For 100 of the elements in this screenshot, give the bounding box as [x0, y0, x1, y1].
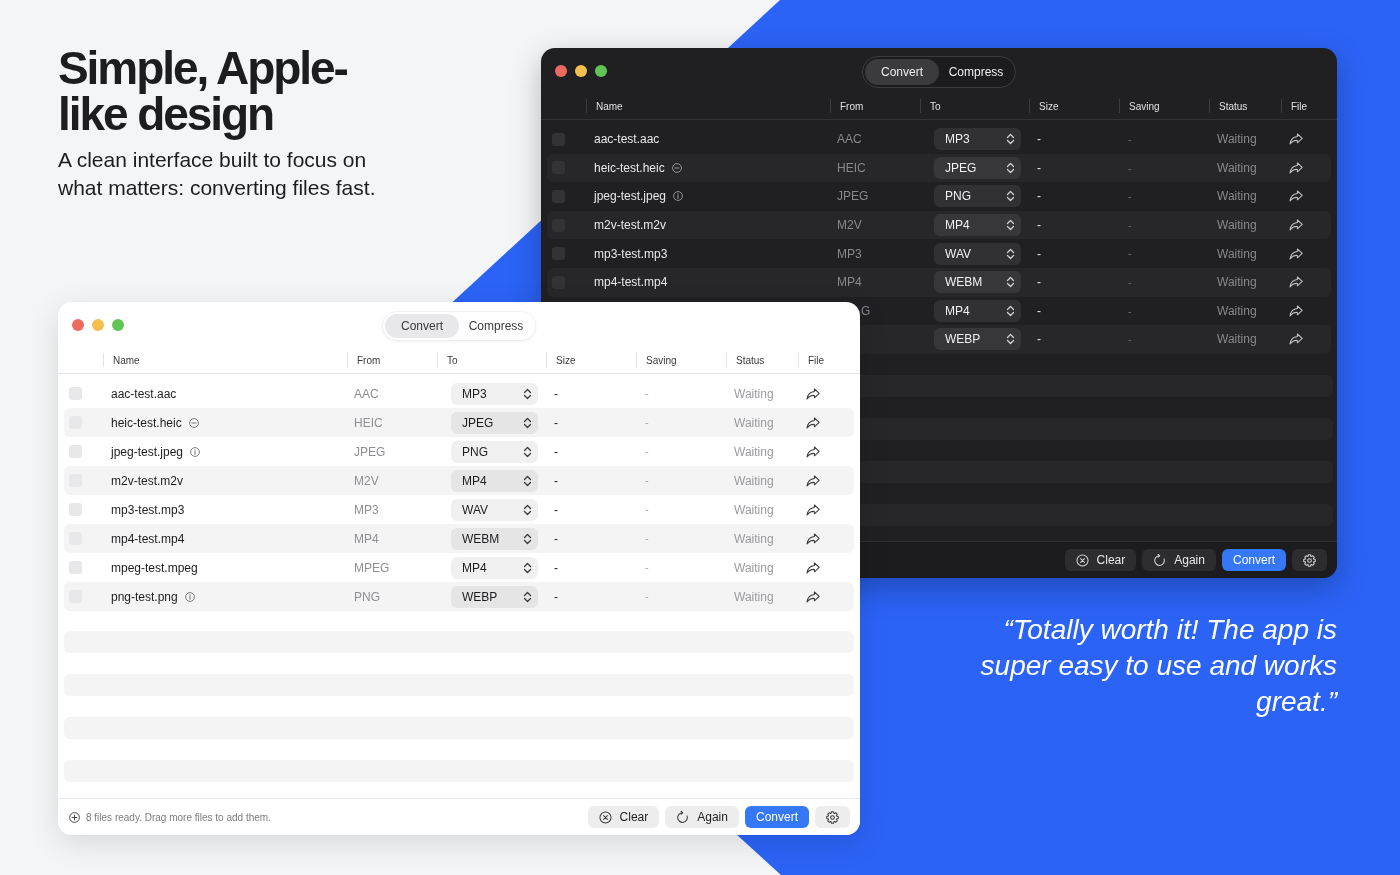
table-row[interactable]: mp4-test.mp4 MP4 WEBM - - Waiting [547, 267, 1331, 297]
convert-button[interactable]: Convert [744, 806, 809, 828]
source-format: AAC [837, 131, 862, 149]
again-button[interactable]: Again [1142, 549, 1216, 571]
size-value: - [554, 472, 558, 490]
table-row[interactable]: m2v-test.m2v M2V MP4 - - Waiting [64, 466, 854, 495]
size-value: - [1037, 159, 1041, 177]
format-select[interactable]: PNG [451, 440, 538, 463]
source-format: MPEG [354, 559, 390, 577]
table-row[interactable]: mp4-test.mp4 MP4 WEBM - - Waiting [64, 524, 854, 553]
clear-button[interactable]: Clear [1064, 549, 1137, 571]
forward-arrow-icon[interactable] [806, 416, 820, 429]
updown-chevron-icon [523, 474, 532, 487]
forward-arrow-icon[interactable] [806, 532, 820, 545]
forward-arrow-icon[interactable] [806, 387, 820, 400]
column-header[interactable]: Size [1039, 98, 1059, 114]
column-header[interactable]: Size [556, 352, 576, 368]
column-header[interactable]: From [840, 98, 864, 114]
forward-arrow-icon[interactable] [806, 590, 820, 603]
column-header[interactable]: Status [736, 352, 765, 368]
format-select[interactable]: MP4 [451, 469, 538, 492]
circular-arrow-icon [1153, 553, 1167, 567]
settings-button[interactable] [1292, 549, 1327, 571]
forward-arrow-icon[interactable] [806, 474, 820, 487]
forward-arrow-icon[interactable] [806, 561, 820, 574]
format-select[interactable]: MP3 [934, 128, 1021, 151]
format-select[interactable]: JPEG [934, 156, 1021, 179]
format-select[interactable]: WEBP [934, 328, 1021, 351]
format-select[interactable]: MP4 [451, 556, 538, 579]
window-close-icon[interactable] [555, 64, 567, 77]
file-name: png-test.png [111, 588, 178, 606]
format-select[interactable]: WEBP [451, 585, 538, 608]
window-zoom-icon[interactable] [595, 64, 607, 77]
size-value: - [554, 385, 558, 403]
file-name: mp4-test.mp4 [111, 530, 185, 548]
testimonial-quote: “Totally worth it! The app is super easy to use and works great.” [979, 613, 1337, 719]
format-select[interactable]: JPEG [451, 411, 538, 434]
saving-value: - [1128, 160, 1132, 176]
status-text: Waiting [734, 385, 774, 403]
status-text: Waiting [734, 530, 774, 548]
column-header[interactable]: Name [113, 352, 140, 368]
tab[interactable]: Compress [459, 313, 533, 338]
column-header[interactable]: Name [596, 98, 623, 114]
updown-chevron-icon [523, 387, 532, 400]
column-header[interactable]: Saving [646, 352, 677, 368]
column-header[interactable]: Saving [1129, 98, 1160, 114]
table-row[interactable]: png-test.png PNG WEBP - - Waiting [64, 582, 854, 611]
tab[interactable]: Compress [939, 58, 1013, 85]
file-name: m2v-test.m2v [594, 217, 666, 235]
size-value: - [554, 559, 558, 577]
source-format: HEIC [837, 159, 866, 177]
table-row[interactable]: heic-test.heic HEIC JPEG - - Waiting [547, 153, 1331, 183]
updown-chevron-icon [1006, 276, 1015, 289]
saving-value: - [645, 415, 649, 431]
forward-arrow-icon[interactable] [806, 503, 820, 516]
format-select[interactable]: WEBM [934, 271, 1021, 294]
plus-circle-icon[interactable] [69, 811, 80, 823]
table-row[interactable]: WEBP - - Waiting [860, 325, 1331, 354]
column-header[interactable]: To [930, 98, 941, 114]
status-text: Waiting [734, 414, 774, 432]
updown-chevron-icon [1006, 247, 1015, 260]
format-select[interactable]: MP4 [934, 214, 1021, 237]
column-header[interactable]: File [808, 352, 825, 368]
table-row[interactable]: m2v-test.m2v M2V MP4 - - Waiting [547, 210, 1331, 240]
column-header[interactable]: From [357, 352, 381, 368]
status-text: Waiting [734, 472, 774, 490]
forward-arrow-icon[interactable] [806, 445, 820, 458]
updown-chevron-icon [1006, 133, 1015, 146]
format-select[interactable]: WAV [451, 498, 538, 521]
format-select[interactable]: WEBM [451, 527, 538, 550]
format-select[interactable]: MP3 [451, 382, 538, 405]
format-select[interactable]: WAV [934, 242, 1021, 265]
column-header[interactable]: To [447, 352, 458, 368]
updown-chevron-icon [523, 503, 532, 516]
size-value: - [1037, 274, 1041, 292]
column-header[interactable]: File [1291, 98, 1308, 114]
table-row[interactable]: heic-test.heic HEIC JPEG - - Waiting [64, 408, 854, 437]
tab[interactable]: Convert [385, 313, 459, 338]
window-minimize-icon[interactable] [575, 64, 587, 77]
status-message: 8 files ready. Drag more files to add them. [86, 810, 271, 825]
status-text: Waiting [1217, 131, 1257, 149]
saving-value: - [1128, 303, 1132, 319]
column-header[interactable]: Status [1219, 98, 1248, 114]
status-text: Waiting [1217, 274, 1257, 292]
again-button[interactable]: Again [665, 806, 739, 828]
clear-button[interactable]: Clear [587, 806, 660, 828]
source-format: MP4 [837, 274, 862, 292]
file-name: jpeg-test.jpeg [594, 188, 667, 206]
settings-button[interactable] [815, 806, 850, 828]
size-value: - [554, 414, 558, 432]
convert-button[interactable]: Convert [1221, 549, 1286, 571]
file-name: aac-test.aac [111, 385, 177, 403]
saving-value: - [1128, 189, 1132, 205]
settings-icon [826, 810, 839, 824]
circular-arrow-icon [676, 810, 690, 824]
window-close-icon[interactable] [72, 318, 84, 331]
format-select[interactable]: MP4 [934, 299, 1021, 322]
format-select[interactable]: PNG [934, 185, 1021, 208]
tab[interactable]: Convert [865, 58, 939, 85]
file-name: mp4-test.mp4 [594, 274, 668, 292]
